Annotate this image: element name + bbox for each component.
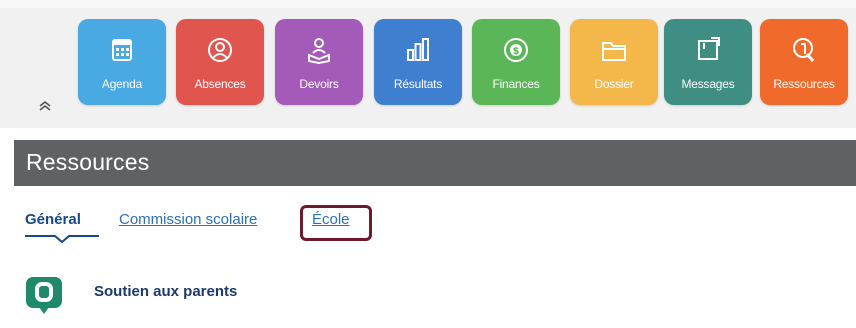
page-title: Ressources [26, 149, 150, 175]
ressources-tile[interactable]: Ressources [760, 19, 848, 105]
active-tab-indicator [25, 235, 99, 244]
section-header: Ressources [14, 140, 856, 186]
chat-bubble-icon [26, 277, 62, 314]
calendar-icon [105, 33, 139, 67]
tab-commission-scolaire[interactable]: Commission scolaire [119, 211, 257, 228]
dossier-tile[interactable]: Dossier [570, 19, 658, 105]
person-icon [203, 33, 237, 67]
agenda-tile[interactable]: Agenda [78, 19, 166, 105]
agenda-label: Agenda [101, 77, 143, 91]
resultats-tile[interactable]: Résultats [374, 19, 462, 105]
resource-item-label: Soutien aux parents [94, 283, 238, 300]
devoirs-tile[interactable]: Devoirs [275, 19, 363, 105]
absences-tile[interactable]: Absences [176, 19, 264, 105]
collapse-menu-button[interactable] [33, 96, 57, 116]
tab-ecole[interactable]: École [312, 211, 350, 228]
dossier-label: Dossier [594, 77, 634, 91]
ressources-label: Ressources [773, 77, 835, 91]
finances-tile[interactable]: $ Finances [472, 19, 560, 105]
reading-icon [302, 33, 336, 67]
resource-icon [787, 33, 821, 67]
folder-icon [597, 33, 631, 67]
svg-text:$: $ [513, 46, 520, 57]
absences-label: Absences [194, 77, 246, 91]
double-chevron-up-icon [39, 100, 51, 111]
devoirs-label: Devoirs [299, 77, 339, 91]
messages-tile[interactable]: Messages [664, 19, 752, 105]
top-divider [0, 0, 856, 8]
tab-general[interactable]: Général [25, 211, 81, 228]
messages-label: Messages [681, 77, 735, 91]
resultats-label: Résultats [393, 77, 443, 91]
note-icon [691, 33, 725, 67]
coin-icon: $ [499, 33, 533, 67]
bar-chart-icon [401, 33, 435, 67]
finances-label: Finances [492, 77, 540, 91]
